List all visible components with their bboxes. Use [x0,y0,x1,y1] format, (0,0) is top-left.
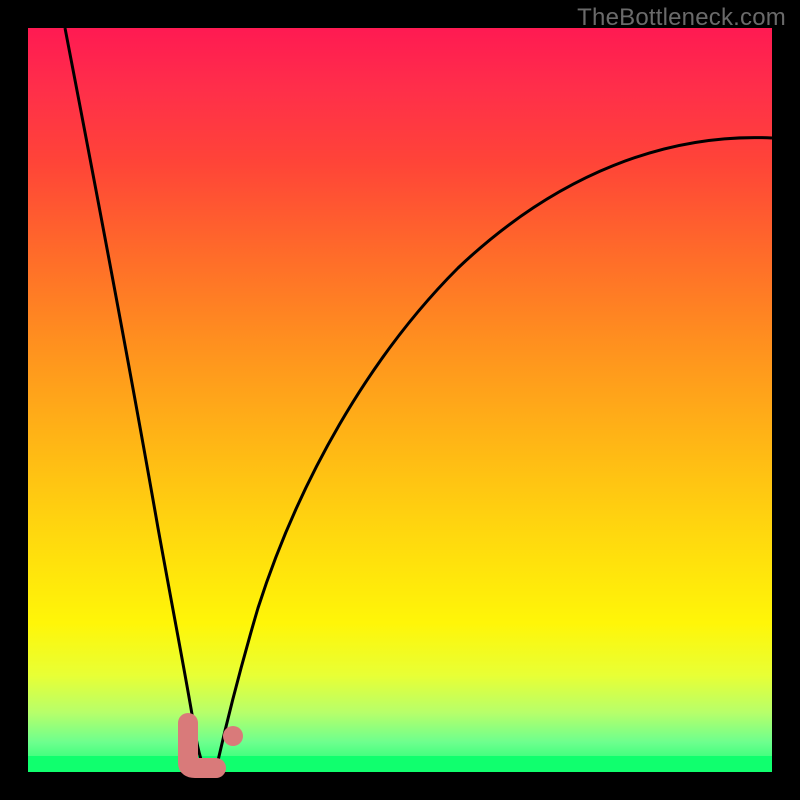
chart-svg [28,28,772,772]
marker-l-shape [188,723,216,768]
right-branch-curve [217,138,772,765]
plot-area [28,28,772,772]
outer-frame: TheBottleneck.com [0,0,800,800]
marker-right-dot [223,726,243,746]
left-branch-curve [65,28,203,765]
